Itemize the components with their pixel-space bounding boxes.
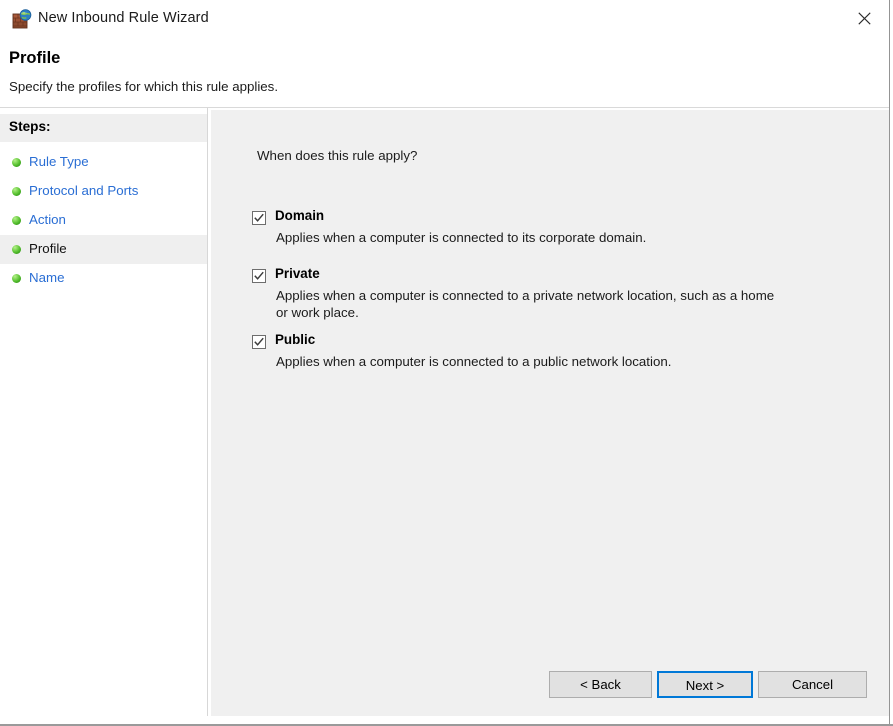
steps-heading: Steps:: [0, 114, 207, 142]
step-bullet-icon: [12, 187, 21, 196]
page-title: Profile: [9, 49, 61, 67]
step-bullet-icon: [12, 245, 21, 254]
sidebar-item-label: Action: [29, 212, 66, 227]
question-label: When does this rule apply?: [257, 148, 418, 163]
back-button[interactable]: < Back: [549, 671, 652, 698]
sidebar-item-label: Rule Type: [29, 154, 89, 169]
sidebar-item-rule-type[interactable]: Rule Type: [0, 148, 207, 177]
title-bar: New Inbound Rule Wizard: [0, 0, 893, 38]
sidebar-item-label: Protocol and Ports: [29, 183, 139, 198]
page-header: Profile Specify the profiles for which t…: [0, 38, 893, 108]
step-bullet-icon: [12, 158, 21, 167]
back-button-label: < Back: [580, 677, 621, 692]
cancel-button-label: Cancel: [791, 677, 834, 692]
option-description: Applies when a computer is connected to …: [276, 354, 672, 369]
checkbox-public[interactable]: [252, 335, 266, 349]
steps-sidebar: Steps: Rule Type Protocol and Ports Acti…: [0, 108, 208, 716]
cancel-button[interactable]: Cancel: [758, 671, 867, 698]
window-right-edge: [889, 0, 893, 726]
option-label: Public: [275, 332, 316, 347]
option-description: Applies when a computer is connected to …: [276, 230, 647, 245]
step-bullet-icon: [12, 216, 21, 225]
option-description: Applies when a computer is connected to …: [276, 288, 775, 320]
next-button-label: Next >: [685, 678, 725, 693]
checkbox-private[interactable]: [252, 269, 266, 283]
sidebar-item-profile[interactable]: Profile: [0, 235, 207, 264]
sidebar-item-name[interactable]: Name: [0, 264, 207, 293]
sidebar-item-label: Profile: [29, 241, 67, 256]
wizard-window: New Inbound Rule Wizard Profile Specify …: [0, 0, 893, 726]
close-icon[interactable]: [846, 0, 893, 38]
steps-heading-label: Steps:: [9, 119, 51, 134]
option-label: Private: [275, 266, 320, 281]
window-title: New Inbound Rule Wizard: [38, 10, 209, 26]
option-label: Domain: [275, 208, 325, 223]
sidebar-item-action[interactable]: Action: [0, 206, 207, 235]
sidebar-item-label: Name: [29, 270, 65, 285]
content-panel: When does this rule apply? Domain Applie…: [211, 110, 889, 716]
firewall-globe-icon: [12, 9, 32, 29]
sidebar-item-protocol-and-ports[interactable]: Protocol and Ports: [0, 177, 207, 206]
checkbox-domain[interactable]: [252, 211, 266, 225]
page-subtitle: Specify the profiles for which this rule…: [9, 79, 279, 94]
step-bullet-icon: [12, 274, 21, 283]
next-button[interactable]: Next >: [657, 671, 753, 698]
